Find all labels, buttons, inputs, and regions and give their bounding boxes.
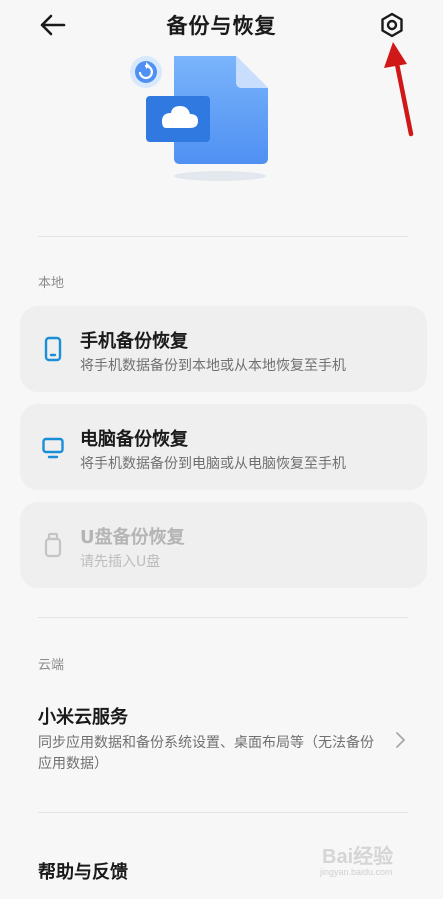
annotation-arrow-icon bbox=[384, 42, 414, 137]
divider bbox=[38, 617, 408, 618]
pc-backup-card[interactable]: 电脑备份恢复 将手机数据备份到电脑或从电脑恢复至手机 bbox=[20, 404, 427, 490]
card-title: 电脑备份恢复 bbox=[80, 429, 188, 450]
mi-cloud-service-row[interactable]: 小米云服务 同步应用数据和备份系统设置、桌面布局等（无法备份应用数据） bbox=[0, 703, 443, 775]
row-title: 小米云服务 bbox=[38, 707, 128, 728]
help-feedback-row[interactable]: 帮助与反馈 bbox=[0, 858, 443, 894]
row-title: 帮助与反馈 bbox=[38, 862, 128, 883]
card-title: 手机备份恢复 bbox=[80, 331, 188, 352]
section-label-cloud: 云端 bbox=[38, 658, 65, 673]
chevron-right-icon bbox=[396, 732, 405, 748]
phone-backup-card[interactable]: 手机备份恢复 将手机数据备份到本地或从本地恢复至手机 bbox=[20, 306, 427, 392]
card-subtitle: 将手机数据备份到本地或从本地恢复至手机 bbox=[80, 358, 346, 374]
usb-drive-icon bbox=[44, 532, 62, 558]
card-subtitle: 将手机数据备份到电脑或从电脑恢复至手机 bbox=[80, 456, 346, 472]
phone-icon bbox=[44, 336, 62, 362]
divider bbox=[38, 236, 408, 237]
card-subtitle: 请先插入U盘 bbox=[80, 554, 161, 570]
gear-icon[interactable] bbox=[378, 11, 406, 39]
usb-backup-card: U盘备份恢复 请先插入U盘 bbox=[20, 502, 427, 588]
monitor-icon bbox=[42, 437, 64, 459]
section-label-local: 本地 bbox=[38, 276, 65, 291]
backup-illustration bbox=[130, 56, 268, 181]
divider bbox=[38, 812, 408, 813]
top-bar: 备份与恢复 bbox=[0, 0, 443, 52]
card-title: U盘备份恢复 bbox=[80, 527, 185, 548]
page-title: 备份与恢复 bbox=[166, 14, 277, 38]
row-subtitle: 同步应用数据和备份系统设置、桌面布局等（无法备份应用数据） bbox=[38, 735, 374, 772]
